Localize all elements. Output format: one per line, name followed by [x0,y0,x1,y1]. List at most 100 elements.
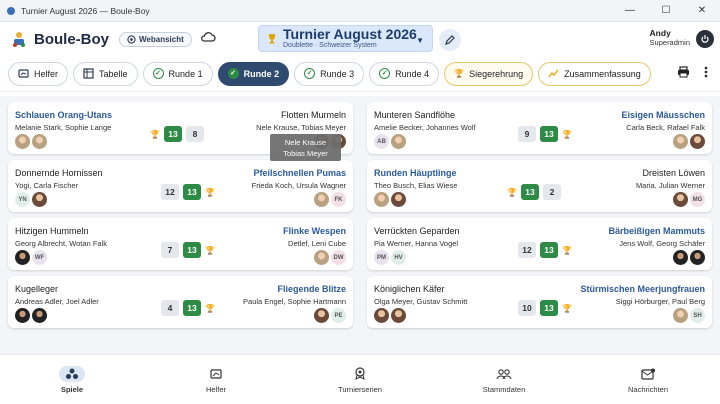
siegerehrung-label: Siegerehrung [469,68,524,79]
printer-icon[interactable] [677,65,690,83]
toolbar-actions [677,65,712,83]
match-card[interactable]: Verrückten Geparden Pia Werner, Hanna Vog… [367,218,712,270]
maximize-icon[interactable]: ☐ [648,0,684,22]
players-tooltip: Nele Krause Tobias Meyer [270,134,341,161]
trophy-icon: 🏆 [454,69,465,78]
nav-turnierserien[interactable]: Turnierserien [288,355,432,404]
nav-label: Spiele [60,384,84,394]
nav-helfer[interactable]: Helfer [144,355,288,404]
tooltip-line: Nele Krause [284,138,327,147]
boule-logo-icon [13,32,25,47]
tab-runde-2[interactable]: ✓ Runde 2 [217,61,290,86]
tabelle-label: Tabelle [99,68,128,79]
avatar: WF [32,250,47,265]
helfer-button[interactable]: Helfer [8,61,69,86]
team-players: Theo Busch, Elias Wiese [374,181,458,190]
team-players: Yogi, Carla Fischer [15,181,79,190]
team-name: Stürmischen Meerjungfrauen [580,284,705,294]
nav-stammdaten[interactable]: Stammdaten [432,355,576,404]
more-options-icon[interactable] [704,65,708,83]
logout-button[interactable] [696,30,714,48]
siegerehrung-button[interactable]: 🏆 Siegerehrung [444,61,534,86]
score-left[interactable]: 7 [161,242,179,258]
zusammenfassung-button[interactable]: Zusammenfassung [538,61,651,86]
nav-spiele[interactable]: Spiele [0,355,144,404]
match-card[interactable]: Kugelleger Andreas Adler, Joel Adler 4 13 🏆… [8,276,353,328]
runde-1-label: Runde 1 [168,68,203,79]
brand-name: Boule-Boy [34,30,109,48]
medal-icon [347,366,373,382]
app-icon [6,6,16,16]
team-players: Frieda Koch, Ursula Wagner [251,181,346,190]
score-left[interactable]: 4 [161,300,179,316]
user-role: Superadmin [649,38,690,47]
zusammenfassung-label: Zusammenfassung [564,68,641,79]
score-right[interactable]: 13 [183,184,201,200]
score-left[interactable]: 13 [520,184,539,200]
avatar [314,192,329,207]
score-right[interactable]: 13 [540,300,558,316]
helfer-label: Helfer [34,68,59,79]
window-controls: — ☐ ✕ [612,0,720,22]
match-card[interactable]: Donnernde Hornissen Yogi, Carla Fischer Y… [8,160,353,212]
avatar [690,250,705,265]
avatar [374,192,389,207]
score-right[interactable]: 13 [183,300,201,316]
team-name: Verrückten Geparden [374,226,460,236]
avatar [32,308,47,323]
matches-panel: Schlauen Orang-Utans Melanie Stark, Sophi… [0,96,720,354]
user-info: Andy Superadmin [650,28,690,47]
avatar: PE [331,308,346,323]
team-players: Olga Meyer, Gustav Schmitt [374,297,468,306]
check-icon: ✓ [152,68,164,79]
team-name: Schlauen Orang-Utans [15,110,113,120]
team-players: Nele Krause, Tobias Meyer [256,123,346,132]
bottom-navigation: Spiele Helfer Turnierserien Stammdaten N… [0,354,720,404]
runde-3-label: Runde 3 [320,68,355,79]
score-left[interactable]: 10 [518,300,536,316]
team-name: Flinke Wespen [283,226,346,236]
avatar [314,250,329,265]
check-icon: ✓ [379,68,391,79]
webansicht-button[interactable]: Webansicht [119,31,192,47]
avatar: YN [15,192,30,207]
score-right[interactable]: 2 [542,184,561,200]
score-left[interactable]: 12 [161,184,179,200]
team-players: Jens Wolf, Georg Schäfer [619,239,705,248]
avatar [374,308,389,323]
score-left[interactable]: 9 [518,126,536,142]
user-name: Andy [649,28,671,38]
team-name: Fliegende Blitze [277,284,346,294]
score-left[interactable]: 12 [518,242,536,258]
match-card[interactable]: Runden Häuptlinge Theo Busch, Elias Wiese… [367,160,712,212]
score-right[interactable]: 13 [183,242,201,258]
edit-tournament-button[interactable] [439,29,461,51]
score-right[interactable]: 8 [185,126,204,142]
tab-runde-3[interactable]: ✓ Runde 3 [294,61,365,86]
window-titlebar: Turnier August 2026 — Boule-Boy — ☐ ✕ [0,0,720,22]
team-players: Georg Albrecht, Wotan Falk [15,239,107,248]
tab-runde-1[interactable]: ✓ Runde 1 [142,61,213,86]
nav-label: Nachrichten [627,384,669,394]
avatar [32,192,47,207]
team-name: Pfeilschnellen Pumas [253,168,346,178]
match-card[interactable]: Königlichen Käfer Olga Meyer, Gustav Schm… [367,276,712,328]
tabelle-button[interactable]: Tabelle [73,61,138,86]
tab-runde-4[interactable]: ✓ Runde 4 [369,61,440,86]
match-card[interactable]: Munteren Sandflöhe Amelie Becker, Johanne… [367,102,712,154]
team-players: Pia Werner, Hanna Vogel [374,239,459,248]
nav-nachrichten[interactable]: Nachrichten [576,355,720,404]
score-left[interactable]: 13 [163,126,182,142]
close-icon[interactable]: ✕ [684,0,720,22]
team-players: Paula Engel, Sophie Hartmann [243,297,346,306]
match-card[interactable]: Hitzigen Hummeln Georg Albrecht, Wotan Fa… [8,218,353,270]
team-name: Munteren Sandflöhe [374,110,456,120]
cloud-icon[interactable] [200,30,216,48]
score-right[interactable]: 13 [540,126,558,142]
score-right[interactable]: 13 [540,242,558,258]
avatar [15,308,30,323]
minimize-icon[interactable]: — [612,0,648,22]
avatar [673,308,688,323]
tournament-selector[interactable]: Turnier August 2026 Doublette · Schweize… [258,25,433,52]
nav-label: Helfer [205,384,226,394]
